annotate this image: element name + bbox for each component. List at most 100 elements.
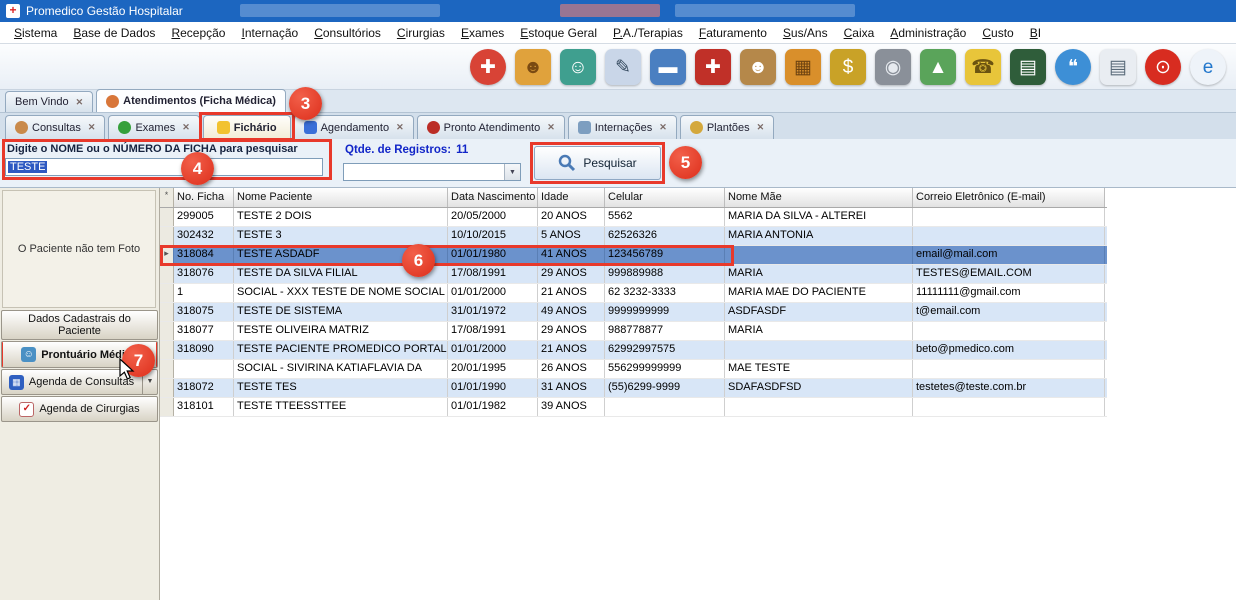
- grid-cell: TESTE 2 DOIS: [234, 208, 448, 226]
- forms-icon[interactable]: ▤: [1100, 49, 1136, 85]
- close-icon[interactable]: ✕: [76, 97, 84, 108]
- grid-cell: SOCIAL - XXX TESTE DE NOME SOCIAL: [234, 284, 448, 302]
- doctor-icon: ☺: [21, 347, 36, 362]
- table-row[interactable]: 302432TESTE 310/10/20155 ANOS62526326MAR…: [160, 227, 1107, 246]
- toolbar: ✚☻☺✎▬✚☻▦$◉▲☎▤❝▤⊙e: [0, 44, 1236, 90]
- search-input[interactable]: TESTE: [5, 158, 323, 176]
- tab-internacoes[interactable]: Internações✕: [568, 115, 677, 139]
- table-row[interactable]: 318075TESTE DE SISTEMA31/01/197249 ANOS9…: [160, 303, 1107, 322]
- tab-exames[interactable]: Exames✕: [108, 115, 199, 139]
- chevron-down-icon[interactable]: ▼: [504, 164, 520, 180]
- grid-cell: 1: [174, 284, 234, 302]
- column-header-idade[interactable]: Idade: [538, 188, 605, 207]
- close-icon[interactable]: ✕: [88, 122, 96, 133]
- column-header-celular[interactable]: Celular: [605, 188, 725, 207]
- table-row[interactable]: 1SOCIAL - XXX TESTE DE NOME SOCIAL01/01/…: [160, 284, 1107, 303]
- grid-cell: 5 ANOS: [538, 227, 605, 245]
- consultations-icon: [15, 121, 28, 134]
- table-row[interactable]: 299005TESTE 2 DOIS20/05/200020 ANOS5562M…: [160, 208, 1107, 227]
- column-header-correio-eletronico-e-mail[interactable]: Correio Eletrônico (E-mail): [913, 188, 1105, 207]
- grid-cell: MARIA MAE DO PACIENTE: [725, 284, 913, 302]
- tab-label: Fichário: [234, 122, 277, 134]
- grid-cell: [725, 341, 913, 359]
- column-header-no-ficha[interactable]: No. Ficha: [174, 188, 234, 207]
- reception-icon[interactable]: ☻: [515, 49, 551, 85]
- menu-item-administracao[interactable]: Administração: [882, 23, 974, 43]
- grid-cell: 01/01/1990: [448, 379, 538, 397]
- menu-item-consultorios[interactable]: Consultórios: [306, 23, 389, 43]
- safe-icon[interactable]: ◉: [875, 49, 911, 85]
- row-indicator: [160, 303, 174, 321]
- cashier-icon[interactable]: $: [830, 49, 866, 85]
- grid-cell: SDAFASDFSD: [725, 379, 913, 397]
- power-icon[interactable]: ⊙: [1145, 49, 1181, 85]
- tab-pronto-atendimento[interactable]: Pronto Atendimento✕: [417, 115, 565, 139]
- menu-item-caixa[interactable]: Caixa: [836, 23, 883, 43]
- ambulance-icon[interactable]: ✚: [695, 49, 731, 85]
- surgeries-agenda-button[interactable]: ✓ Agenda de Cirurgias: [1, 396, 158, 422]
- stock-person-icon[interactable]: ☻: [740, 49, 776, 85]
- close-icon[interactable]: ✕: [182, 122, 190, 133]
- close-icon[interactable]: ✕: [757, 122, 765, 133]
- emergency-care-icon: [427, 121, 440, 134]
- menu-item-cirurgias[interactable]: Cirurgias: [389, 23, 453, 43]
- menu-item-estoque-geral[interactable]: Estoque Geral: [512, 23, 605, 43]
- patient-registration-button[interactable]: Dados Cadastrais do Paciente: [1, 310, 158, 340]
- tab-atendimentos-ficha-medica[interactable]: Atendimentos (Ficha Médica): [96, 89, 286, 112]
- grid-cell: 21 ANOS: [538, 284, 605, 302]
- search-combobox[interactable]: ▼: [343, 163, 521, 181]
- grid-cell: 31 ANOS: [538, 379, 605, 397]
- table-row[interactable]: SOCIAL - SIVIRINA KATIAFLAVIA DA20/01/19…: [160, 360, 1107, 379]
- table-row[interactable]: 318077TESTE OLIVEIRA MATRIZ17/08/199129 …: [160, 322, 1107, 341]
- table-row[interactable]: 318072TESTE TES01/01/199031 ANOS(55)6299…: [160, 379, 1107, 398]
- close-icon[interactable]: ✕: [659, 122, 667, 133]
- tab-consultas[interactable]: Consultas✕: [5, 115, 105, 139]
- grid-cell: t@email.com: [913, 303, 1105, 321]
- grid-cell: 41 ANOS: [538, 246, 605, 264]
- table-row[interactable]: 318101TESTE TTEESSTTEE01/01/198239 ANOS: [160, 398, 1107, 417]
- column-header-nome-mae[interactable]: Nome Mãe: [725, 188, 913, 207]
- hospital-bed-icon[interactable]: ▬: [650, 49, 686, 85]
- grid-cell: TESTES@EMAIL.COM: [913, 265, 1105, 283]
- phone-icon[interactable]: ☎: [965, 49, 1001, 85]
- menu-item-bi[interactable]: BI: [1022, 23, 1049, 43]
- row-indicator: [160, 379, 174, 397]
- stock-boxes-icon[interactable]: ▦: [785, 49, 821, 85]
- table-row[interactable]: 318090TESTE PACIENTE PROMEDICO PORTAL01/…: [160, 341, 1107, 360]
- e-learning-icon[interactable]: e: [1190, 49, 1226, 85]
- medical-record-icon-glyph: ✎: [615, 58, 631, 77]
- annotation-circle-4: 4: [181, 152, 214, 185]
- annotation-circle-3: 3: [289, 87, 322, 120]
- patient-photo-placeholder: O Paciente não tem Foto: [2, 190, 156, 308]
- close-icon[interactable]: ✕: [396, 122, 404, 133]
- tab-bem-vindo[interactable]: Bem Vindo✕: [5, 91, 93, 112]
- finance-chart-icon[interactable]: ▲: [920, 49, 956, 85]
- table-row[interactable]: 318076TESTE DA SILVA FILIAL17/08/199129 …: [160, 265, 1107, 284]
- menu-item-recepcao[interactable]: Recepção: [163, 23, 233, 43]
- grid-cell: TESTE 3: [234, 227, 448, 245]
- menu-item-faturamento[interactable]: Faturamento: [691, 23, 775, 43]
- medical-record-icon[interactable]: ✎: [605, 49, 641, 85]
- grid-cell: email@mail.com: [913, 246, 1105, 264]
- menu-item-sus-ans[interactable]: Sus/Ans: [775, 23, 836, 43]
- column-header-data-nascimento[interactable]: Data Nascimento: [448, 188, 538, 207]
- menu-item-internacao[interactable]: Internação: [233, 23, 306, 43]
- menu-item-exames[interactable]: Exames: [453, 23, 512, 43]
- menu-item-p-a-terapias[interactable]: P.A./Terapias: [605, 23, 691, 43]
- menu-item-base-de-dados[interactable]: Base de Dados: [65, 23, 163, 43]
- menu-item-custo[interactable]: Custo: [974, 23, 1021, 43]
- ledger-book-icon[interactable]: ▤: [1010, 49, 1046, 85]
- doctor-icon[interactable]: ☺: [560, 49, 596, 85]
- table-row[interactable]: ▸318084TESTE ASDADF01/01/198041 ANOS1234…: [160, 246, 1107, 265]
- row-indicator: [160, 398, 174, 416]
- tab-plantoes[interactable]: Plantões✕: [680, 115, 774, 139]
- column-header-nome-paciente[interactable]: Nome Paciente: [234, 188, 448, 207]
- chat-icon[interactable]: ❝: [1055, 49, 1091, 85]
- search-button[interactable]: Pesquisar: [534, 146, 661, 180]
- emergency-icon[interactable]: ✚: [470, 49, 506, 85]
- close-icon[interactable]: ✕: [547, 122, 555, 133]
- tab-fichario[interactable]: Fichário: [203, 115, 291, 139]
- stock-person-icon-glyph: ☻: [748, 58, 768, 77]
- menu-item-sistema[interactable]: Sistema: [6, 23, 65, 43]
- annotation-circle-6: 6: [402, 244, 435, 277]
